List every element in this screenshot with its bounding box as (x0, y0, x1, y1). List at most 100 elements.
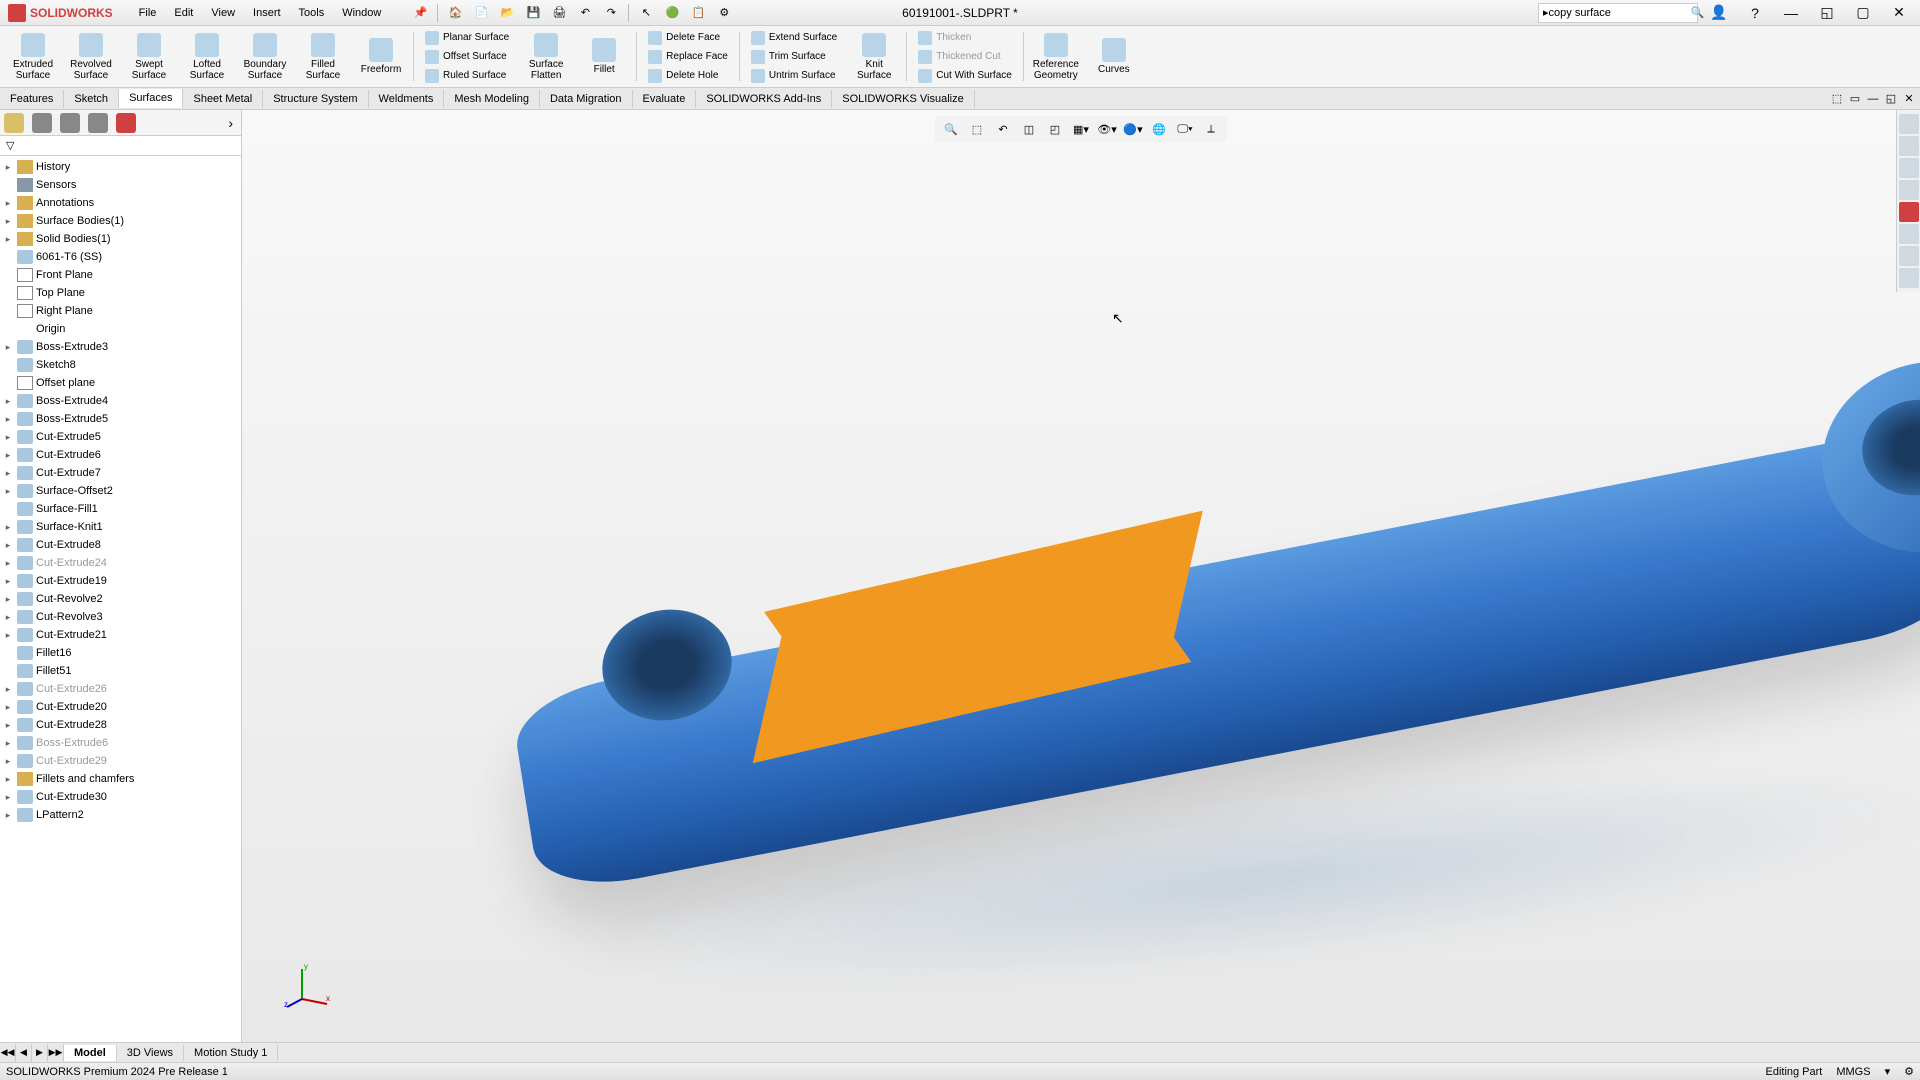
view-settings-icon[interactable]: 🖵▾ (1175, 119, 1195, 139)
ribbon-replace-face[interactable]: Replace Face (642, 49, 734, 65)
menu-window[interactable]: Window (334, 3, 389, 23)
tree-item-boss-extrude4[interactable]: ▸Boss-Extrude4 (0, 392, 241, 410)
tree-item-boss-extrude6[interactable]: ▸Boss-Extrude6 (0, 734, 241, 752)
ribbon-surface[interactable]: SurfaceFlatten (517, 28, 575, 85)
ribbon-untrim-surface[interactable]: Untrim Surface (745, 68, 843, 84)
tab-mesh-modeling[interactable]: Mesh Modeling (444, 90, 540, 108)
menu-tools[interactable]: Tools (291, 3, 333, 23)
menu-view[interactable]: View (203, 3, 243, 23)
ribbon-revolved[interactable]: RevolvedSurface (62, 28, 120, 85)
display-style-icon[interactable]: ▦▾ (1071, 119, 1091, 139)
ribbon-knit[interactable]: KnitSurface (845, 28, 903, 85)
tree-item-cut-extrude5[interactable]: ▸Cut-Extrude5 (0, 428, 241, 446)
tree-item-cut-extrude6[interactable]: ▸Cut-Extrude6 (0, 446, 241, 464)
bottom-tab-motion-study-1[interactable]: Motion Study 1 (184, 1045, 278, 1061)
expand-icon[interactable]: ▸ (2, 684, 14, 695)
redo-icon[interactable]: ↷ (600, 2, 622, 24)
file-explorer-icon[interactable] (1899, 158, 1919, 178)
tree-item-origin[interactable]: Origin (0, 320, 241, 338)
minimize-button[interactable]: — (1776, 2, 1806, 24)
ribbon-cut-with-surface[interactable]: Cut With Surface (912, 68, 1018, 84)
ribbon-lofted[interactable]: LoftedSurface (178, 28, 236, 85)
expand-icon[interactable]: ▸ (2, 342, 14, 353)
user-icon[interactable]: 👤 (1704, 2, 1734, 24)
bottom-tab-3d-views[interactable]: 3D Views (117, 1045, 184, 1061)
tree-item-offset-plane[interactable]: Offset plane (0, 374, 241, 392)
search-icon[interactable]: 🔍 (1691, 6, 1705, 19)
expand-icon[interactable]: ▸ (2, 720, 14, 731)
tab-weldments[interactable]: Weldments (369, 90, 445, 108)
tab-data-migration[interactable]: Data Migration (540, 90, 633, 108)
tree-item-surface-offset2[interactable]: ▸Surface-Offset2 (0, 482, 241, 500)
expand-icon[interactable]: ▸ (2, 810, 14, 821)
tree-item-cut-extrude20[interactable]: ▸Cut-Extrude20 (0, 698, 241, 716)
ribbon-curves[interactable]: Curves (1085, 28, 1143, 85)
ribbon-boundary[interactable]: BoundarySurface (236, 28, 294, 85)
display-tab-icon[interactable] (116, 113, 136, 133)
expand-icon[interactable]: ▸ (2, 576, 14, 587)
ribbon-fillet[interactable]: Fillet (575, 28, 633, 85)
help-icon[interactable]: ? (1740, 2, 1770, 24)
tree-item-cut-extrude19[interactable]: ▸Cut-Extrude19 (0, 572, 241, 590)
vcr-last-icon[interactable]: ▶▶ (48, 1044, 64, 1062)
pin-icon[interactable]: 📌 (409, 2, 431, 24)
tree-item-surface-bodies-1-[interactable]: ▸Surface Bodies(1) (0, 212, 241, 230)
tree-item-cut-revolve3[interactable]: ▸Cut-Revolve3 (0, 608, 241, 626)
expand-icon[interactable]: ⬚ (1830, 92, 1844, 106)
tab-evaluate[interactable]: Evaluate (633, 90, 697, 108)
ribbon-extruded[interactable]: ExtrudedSurface (4, 28, 62, 85)
zoom-area-icon[interactable]: ⬚ (967, 119, 987, 139)
ribbon-filled[interactable]: FilledSurface (294, 28, 352, 85)
tree-item-solid-bodies-1-[interactable]: ▸Solid Bodies(1) (0, 230, 241, 248)
minimize-panel-icon[interactable]: — (1866, 92, 1880, 106)
feature-tree[interactable]: ▸HistorySensors▸Annotations▸Surface Bodi… (0, 156, 241, 1042)
tab-surfaces[interactable]: Surfaces (119, 89, 183, 108)
edit-appearance-icon[interactable]: 🔵▾ (1123, 119, 1143, 139)
tree-item-cut-extrude28[interactable]: ▸Cut-Extrude28 (0, 716, 241, 734)
tree-item-cut-revolve2[interactable]: ▸Cut-Revolve2 (0, 590, 241, 608)
restore-panel-icon[interactable]: ◱ (1884, 92, 1898, 106)
tab-sheet-metal[interactable]: Sheet Metal (183, 90, 263, 108)
status-dropdown-icon[interactable]: ▾ (1885, 1065, 1891, 1078)
tree-item-cut-extrude21[interactable]: ▸Cut-Extrude21 (0, 626, 241, 644)
tree-item-cut-extrude30[interactable]: ▸Cut-Extrude30 (0, 788, 241, 806)
tree-filter-bar[interactable]: ▽ (0, 136, 241, 156)
status-units[interactable]: MMGS (1836, 1066, 1870, 1078)
tab-solidworks-add-ins[interactable]: SOLIDWORKS Add-Ins (696, 90, 832, 108)
bottom-tab-model[interactable]: Model (64, 1045, 117, 1061)
expand-icon[interactable]: ▸ (2, 432, 14, 443)
tab-sketch[interactable]: Sketch (64, 90, 119, 108)
feature-tree-tab-icon[interactable] (4, 113, 24, 133)
apply-scene-icon[interactable]: 🌐 (1149, 119, 1169, 139)
zoom-fit-icon[interactable]: 🔍 (941, 119, 961, 139)
expand-icon[interactable]: ▸ (2, 774, 14, 785)
ribbon-trim-surface[interactable]: Trim Surface (745, 49, 843, 65)
close-panel-icon[interactable]: ✕ (1902, 92, 1916, 106)
tree-item-surface-fill1[interactable]: Surface-Fill1 (0, 500, 241, 518)
view-palette-icon[interactable] (1899, 180, 1919, 200)
hide-show-icon[interactable]: 👁▾ (1097, 119, 1117, 139)
dimxpert-tab-icon[interactable] (88, 113, 108, 133)
ribbon-planar-surface[interactable]: Planar Surface (419, 30, 515, 46)
tree-item-surface-knit1[interactable]: ▸Surface-Knit1 (0, 518, 241, 536)
tree-item-sketch8[interactable]: Sketch8 (0, 356, 241, 374)
section-view-icon[interactable]: ◫ (1019, 119, 1039, 139)
tree-item-cut-extrude29[interactable]: ▸Cut-Extrude29 (0, 752, 241, 770)
tree-item-cut-extrude8[interactable]: ▸Cut-Extrude8 (0, 536, 241, 554)
expand-icon[interactable]: ▸ (2, 738, 14, 749)
tree-item-cut-extrude26[interactable]: ▸Cut-Extrude26 (0, 680, 241, 698)
undo-icon[interactable]: ↶ (574, 2, 596, 24)
ribbon-delete-face[interactable]: Delete Face (642, 30, 734, 46)
menu-insert[interactable]: Insert (245, 3, 289, 23)
graphics-viewport[interactable]: 🔍 ⬚ ↶ ◫ ◰ ▦▾ 👁▾ 🔵▾ 🌐 🖵▾ ⟂ (242, 110, 1920, 1042)
tree-item-right-plane[interactable]: Right Plane (0, 302, 241, 320)
command-search[interactable]: ▸ 🔍 (1538, 3, 1698, 23)
tree-item-lpattern2[interactable]: ▸LPattern2 (0, 806, 241, 824)
tree-item-boss-extrude3[interactable]: ▸Boss-Extrude3 (0, 338, 241, 356)
menu-file[interactable]: File (131, 3, 165, 23)
maximize-button[interactable]: ▢ (1848, 2, 1878, 24)
options-list-icon[interactable]: 📋 (687, 2, 709, 24)
close-button[interactable]: ✕ (1884, 2, 1914, 24)
expand-icon[interactable]: ▸ (2, 792, 14, 803)
tab-structure-system[interactable]: Structure System (263, 90, 368, 108)
